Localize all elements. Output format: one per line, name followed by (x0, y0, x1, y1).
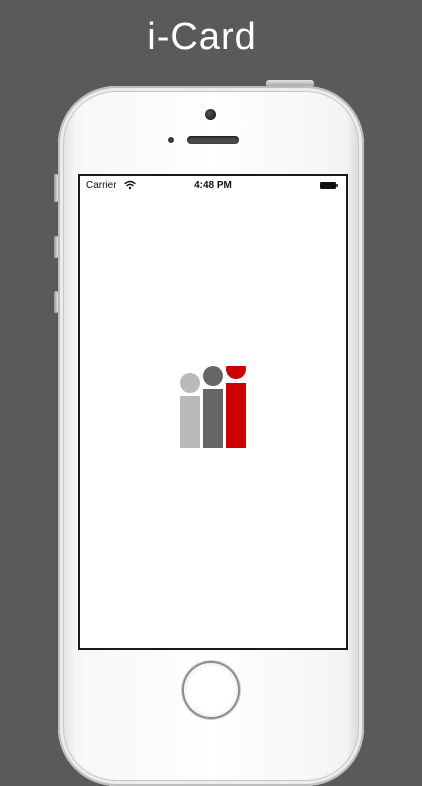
proximity-sensor (168, 137, 174, 143)
front-camera (205, 109, 216, 120)
battery-icon (320, 182, 338, 189)
logo-person-red-head (226, 366, 246, 379)
app-caption: i-Card (147, 16, 257, 58)
i-card-people-logo (180, 366, 246, 448)
earpiece-speaker (187, 136, 239, 144)
status-bar: Carrier 4:48 PM (80, 176, 346, 196)
logo-person-light-body (180, 396, 200, 448)
home-button[interactable] (184, 663, 238, 717)
mute-switch (54, 174, 58, 202)
volume-down-button (54, 291, 58, 313)
volume-up-button (54, 236, 58, 258)
logo-person-light-head (180, 373, 200, 393)
power-button (266, 80, 314, 86)
logo-person-red-body (226, 383, 246, 448)
phone-frame: Carrier 4:48 PM (54, 80, 364, 786)
logo-person-dark-body (203, 389, 223, 448)
phone-screen: Carrier 4:48 PM (78, 174, 348, 650)
status-time: 4:48 PM (194, 180, 232, 191)
logo-person-dark-head (203, 366, 223, 386)
